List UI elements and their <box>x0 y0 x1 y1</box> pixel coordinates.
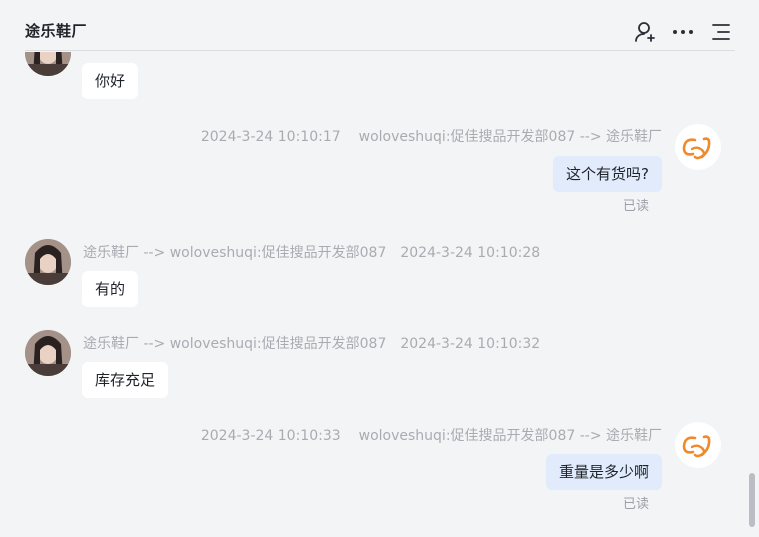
chat-window: 途乐鞋厂 你好 2024-3-24 10:10:17 woloveshuqi:促… <box>0 0 759 537</box>
message-bubble[interactable]: 重量是多少啊 <box>545 454 662 490</box>
contact-avatar[interactable] <box>25 330 71 376</box>
message-bubble[interactable]: 库存充足 <box>82 362 169 398</box>
read-status: 已读 <box>622 199 649 214</box>
read-status: 已读 <box>622 497 649 512</box>
message-meta: 2024-3-24 10:10:33 woloveshuqi:促佳搜品开发部087… <box>201 425 662 445</box>
user-add-icon[interactable] <box>633 20 657 44</box>
message-time: 2024-3-24 10:10:32 <box>400 336 541 352</box>
message-route: 途乐鞋厂 --> woloveshuqi:促佳搜品开发部087 <box>83 245 387 261</box>
message-bubble[interactable]: 你好 <box>82 63 139 99</box>
menu-list-icon[interactable] <box>709 20 733 44</box>
more-icon[interactable] <box>671 20 695 44</box>
message-meta: 途乐鞋厂 --> woloveshuqi:促佳搜品开发部087 2024-3-24… <box>83 242 540 262</box>
chat-header: 途乐鞋厂 <box>0 0 759 52</box>
shop-avatar[interactable] <box>675 124 721 170</box>
header-divider <box>25 50 735 51</box>
chat-title: 途乐鞋厂 <box>25 22 88 40</box>
message-list: 你好 2024-3-24 10:10:17 woloveshuqi:促佳搜品开发部… <box>0 52 745 537</box>
contact-avatar[interactable] <box>25 52 71 76</box>
message-meta: 2024-3-24 10:10:17 woloveshuqi:促佳搜品开发部087… <box>201 126 662 146</box>
message-route: woloveshuqi:促佳搜品开发部087 --> 途乐鞋厂 <box>358 428 662 444</box>
message-time: 2024-3-24 10:10:33 <box>200 428 341 444</box>
message-bubble[interactable]: 这个有货吗? <box>553 156 662 192</box>
message-route: woloveshuqi:促佳搜品开发部087 --> 途乐鞋厂 <box>358 129 662 145</box>
message-time: 2024-3-24 10:10:17 <box>200 129 341 145</box>
contact-avatar[interactable] <box>25 239 71 285</box>
message-meta: 途乐鞋厂 --> woloveshuqi:促佳搜品开发部087 2024-3-24… <box>83 333 540 353</box>
message-route: 途乐鞋厂 --> woloveshuqi:促佳搜品开发部087 <box>83 336 387 352</box>
message-bubble[interactable]: 有的 <box>82 271 139 307</box>
message-time: 2024-3-24 10:10:28 <box>400 245 541 261</box>
shop-avatar[interactable] <box>675 422 721 468</box>
scrollbar-thumb[interactable] <box>749 473 755 527</box>
